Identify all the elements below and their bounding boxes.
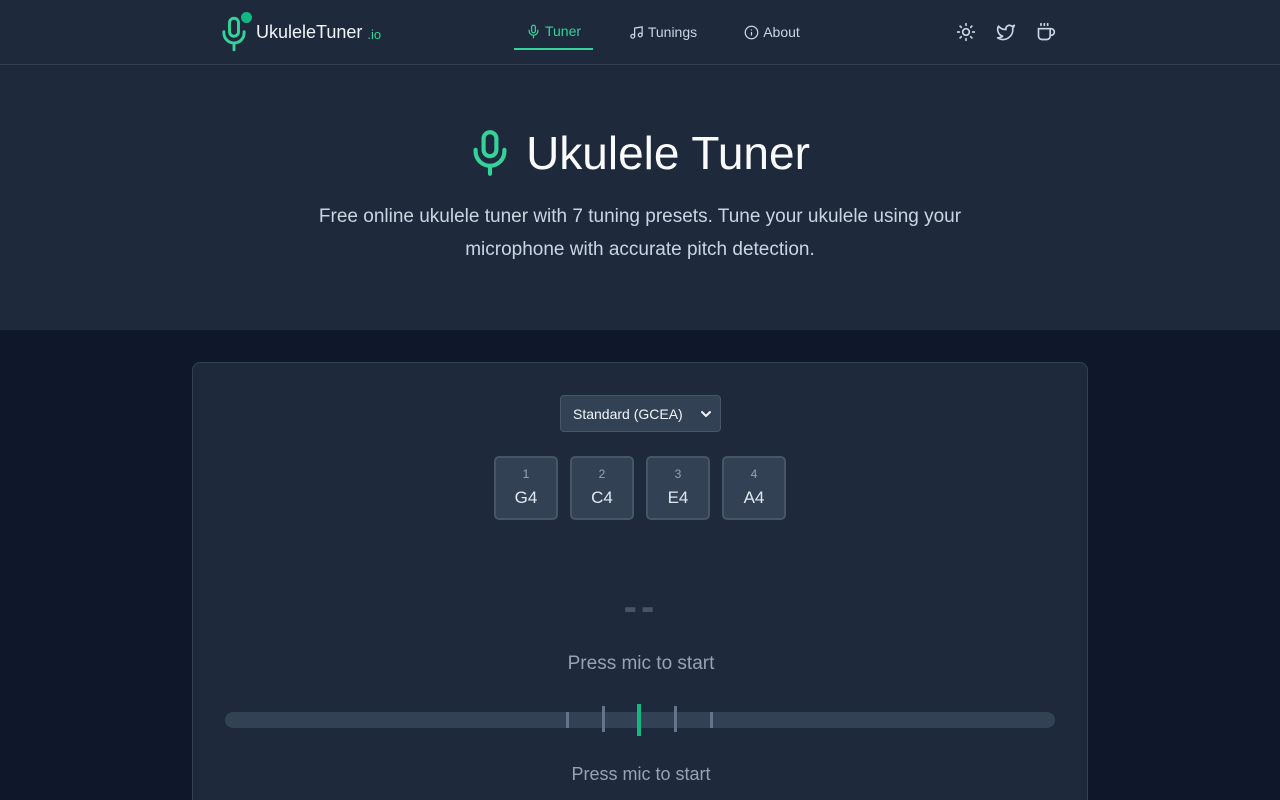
logo-status-dot <box>241 12 252 23</box>
page-title: Ukulele Tuner <box>526 127 810 179</box>
nav-tuner-label: Tuner <box>544 23 582 39</box>
string-button-1[interactable]: 1 G4 <box>494 456 558 520</box>
twitter-icon <box>996 24 1016 41</box>
site-header: UkuleleTuner .io Tuner Tunings About <box>0 0 1280 65</box>
nav-tunings[interactable]: Tunings <box>622 14 704 50</box>
chevron-down-icon <box>701 410 711 417</box>
info-icon <box>744 25 759 39</box>
site-logo[interactable]: UkuleleTuner .io <box>220 12 381 52</box>
brand-name: UkuleleTuner <box>256 21 363 42</box>
mic-icon <box>528 24 539 38</box>
donate-link[interactable] <box>1034 20 1058 44</box>
string-note: A4 <box>743 488 765 507</box>
theme-toggle-button[interactable] <box>954 20 978 44</box>
coffee-cup-icon <box>1037 22 1056 41</box>
meter-needle <box>637 704 641 736</box>
nav-tunings-label: Tunings <box>647 24 698 40</box>
string-note: C4 <box>591 488 613 507</box>
hero-description: Free online ukulele tuner with 7 tuning … <box>318 206 962 260</box>
string-note: E4 <box>667 488 689 507</box>
mic-prompt-text: Press mic to start <box>571 764 711 784</box>
meter-tick <box>674 706 677 732</box>
string-number: 3 <box>674 467 682 481</box>
logo-mic-icon <box>220 12 254 52</box>
hero-heading: Ukulele Tuner <box>0 123 1280 183</box>
nav-tuner[interactable]: Tuner <box>514 14 593 50</box>
mic-icon <box>473 130 507 176</box>
meter-tick <box>710 712 713 728</box>
meter-tick <box>566 712 569 728</box>
nav-about-label: About <box>763 24 800 40</box>
string-button-2[interactable]: 2 C4 <box>570 456 634 520</box>
sun-icon <box>956 22 976 42</box>
meter-tick <box>602 706 605 732</box>
hero-section: Ukulele Tuner Free online ukulele tuner … <box>0 65 1280 330</box>
string-number: 2 <box>598 467 606 481</box>
string-number: 1 <box>522 467 530 481</box>
cents-meter <box>225 704 1055 736</box>
string-button-4[interactable]: 4 A4 <box>722 456 786 520</box>
nav-about[interactable]: About <box>736 14 808 50</box>
tuner-card: Standard (GCEA) 1 G4 2 C4 3 E4 4 A4 -- P… <box>192 362 1088 800</box>
music-note-icon <box>630 25 643 39</box>
brand-suffix: .io <box>367 26 382 42</box>
tuning-select[interactable]: Standard (GCEA) <box>560 395 721 432</box>
detected-note-display: -- <box>623 585 659 629</box>
string-button-3[interactable]: 3 E4 <box>646 456 710 520</box>
twitter-link[interactable] <box>994 20 1018 44</box>
string-number: 4 <box>750 467 758 481</box>
tuning-select-value: Standard (GCEA) <box>573 405 683 422</box>
tuner-status-text: Press mic to start <box>567 653 715 674</box>
string-note: G4 <box>514 488 538 507</box>
